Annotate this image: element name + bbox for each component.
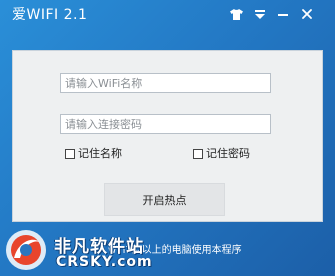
app-window: 爱WIFI 2.1 请输入WiFi名称 记住名称 记住密码 开启热点 win7及… [0, 0, 335, 276]
window-title: 爱WIFI 2.1 [12, 7, 88, 23]
checkbox-box[interactable] [65, 149, 75, 159]
checkbox-box[interactable] [193, 149, 203, 159]
minimize-icon [278, 9, 288, 19]
crsky-logo-icon [4, 228, 48, 272]
start-hotspot-button[interactable]: 开启热点 [104, 183, 225, 216]
wifi-name-input[interactable] [60, 73, 271, 93]
menu-down-icon [255, 9, 265, 19]
remember-password-label: 记住密码 [206, 147, 250, 160]
remember-name-label: 记住名称 [78, 147, 122, 160]
remember-password-checkbox[interactable]: 记住密码 [193, 147, 250, 161]
watermark-text-en: CRSKY.com [56, 254, 153, 270]
minimize-button[interactable] [274, 5, 292, 23]
skin-button[interactable] [227, 5, 245, 23]
settings-panel: 记住名称 记住密码 开启热点 [12, 50, 323, 222]
title-bar[interactable]: 爱WIFI 2.1 [0, 0, 335, 30]
remember-name-checkbox[interactable]: 记住名称 [65, 147, 122, 161]
close-icon [302, 9, 312, 19]
tshirt-icon [229, 8, 243, 20]
close-button[interactable] [298, 5, 316, 23]
password-input[interactable] [60, 114, 271, 134]
watermark: 非凡软件站 CRSKY.com [0, 222, 170, 276]
menu-button[interactable] [251, 5, 269, 23]
